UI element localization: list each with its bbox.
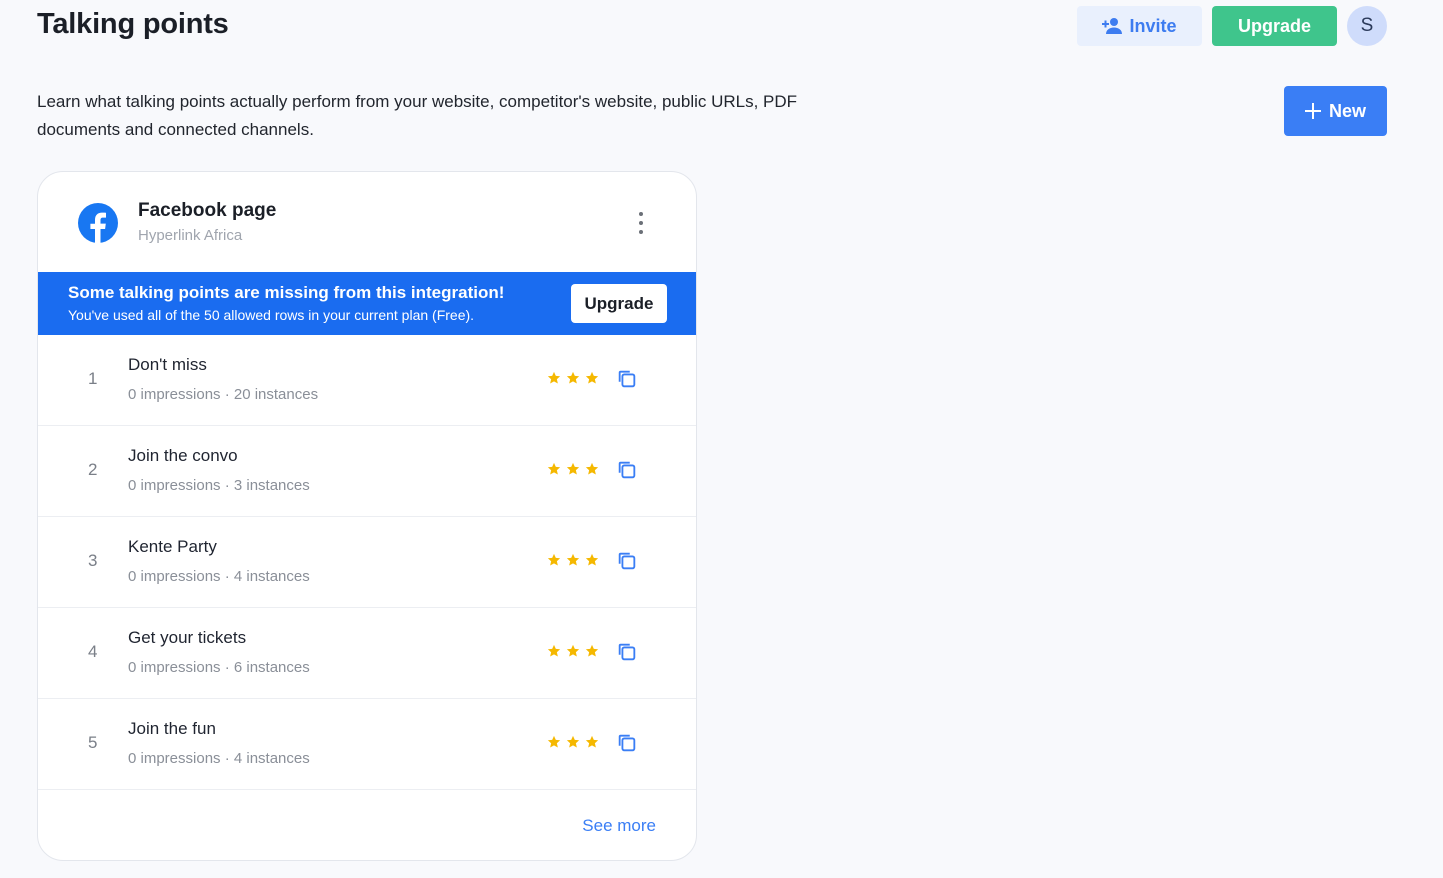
row-title: Don't miss [128,355,207,374]
rating [547,462,599,476]
card-subtitle: Hyperlink Africa [138,227,243,244]
talking-points-page: Talking points Invite Upgrade S Learn wh… [0,0,1443,878]
copy-icon[interactable] [616,732,638,754]
list-item[interactable]: 4 Get your tickets 0 impressions · 6 ins… [38,608,696,699]
new-button[interactable]: New [1284,86,1387,136]
rating [547,371,599,385]
star-icon [566,462,580,475]
row-meta: 0 impressions · 4 instances [128,568,310,585]
star-icon [547,735,561,748]
plus-icon [1304,103,1321,119]
row-number: 4 [88,642,98,661]
row-meta: 0 impressions · 20 instances [128,386,319,403]
star-icon [547,462,561,475]
star-icon [566,371,580,384]
star-icon [566,735,580,748]
banner-title: Some talking points are missing from thi… [68,283,505,302]
page-title: Talking points [37,8,229,40]
banner-upgrade-button[interactable]: Upgrade [571,284,667,323]
integration-card: Facebook page Hyperlink Africa Some talk… [37,171,697,861]
row-title: Get your tickets [128,628,247,647]
page-description: Learn what talking points actually perfo… [37,92,798,139]
star-icon [585,553,599,566]
row-number: 1 [88,369,98,388]
star-icon [585,462,599,475]
list-item[interactable]: 5 Join the fun 0 impressions · 4 instanc… [38,699,696,790]
card-title: Facebook page [138,200,277,221]
row-title: Join the convo [128,446,238,465]
card-header: Facebook page Hyperlink Africa [38,172,696,272]
facebook-icon [78,203,118,243]
row-meta: 0 impressions · 6 instances [128,659,310,676]
rating [547,644,599,658]
rating [547,735,599,749]
limit-banner: Some talking points are missing from thi… [38,272,696,335]
copy-icon[interactable] [616,641,638,663]
new-label: New [1328,100,1366,121]
row-number: 5 [88,733,98,752]
row-title: Kente Party [128,537,217,556]
copy-icon[interactable] [616,550,638,572]
star-icon [547,371,561,384]
avatar[interactable]: S [1347,6,1387,46]
add-user-icon [1102,18,1123,34]
list-item[interactable]: 2 Join the convo 0 impressions · 3 insta… [38,426,696,517]
banner-text: You've used all of the 50 allowed rows i… [68,307,475,323]
copy-icon[interactable] [616,368,638,390]
top-actions: Invite Upgrade S [1077,6,1387,46]
row-meta: 0 impressions · 4 instances [128,750,310,767]
copy-icon[interactable] [616,459,638,481]
rating [547,553,599,567]
row-number: 2 [88,460,98,479]
star-icon [547,644,561,657]
star-icon [585,644,599,657]
invite-label: Invite [1129,15,1177,36]
row-number: 3 [88,551,98,570]
upgrade-button[interactable]: Upgrade [1212,6,1337,46]
row-meta: 0 impressions · 3 instances [128,477,310,494]
star-icon [585,735,599,748]
list-item[interactable]: 3 Kente Party 0 impressions · 4 instance… [38,517,696,608]
kebab-menu-icon[interactable] [636,212,646,234]
star-icon [585,371,599,384]
star-icon [566,644,580,657]
list-item[interactable]: 1 Don't miss 0 impressions · 20 instance… [38,335,696,426]
star-icon [547,553,561,566]
row-title: Join the fun [128,719,216,738]
see-more-link[interactable]: See more [582,816,656,836]
invite-button[interactable]: Invite [1077,6,1202,46]
talking-points-list: 1 Don't miss 0 impressions · 20 instance… [38,335,696,790]
star-icon [566,553,580,566]
